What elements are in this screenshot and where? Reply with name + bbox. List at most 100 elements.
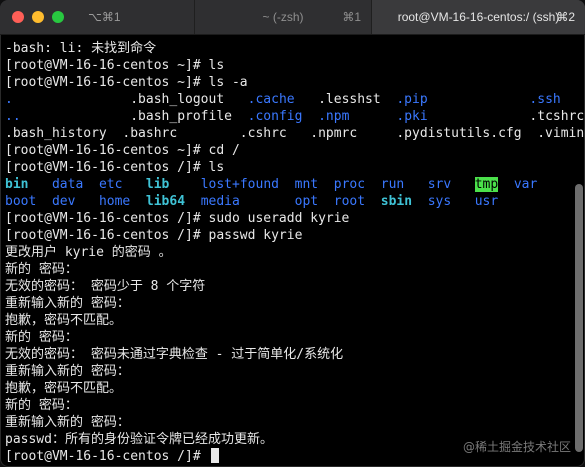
tab-ssh-shortcut: ⌘2: [556, 10, 575, 24]
close-window-button[interactable]: [12, 11, 24, 23]
terminal-text: .npm: [318, 109, 350, 124]
terminal-text: [root@VM-16-16-centos /]#: [5, 449, 209, 464]
terminal-text: tmp: [474, 177, 499, 192]
terminal-output[interactable]: -bash: li: 未找到命令 [root@VM-16-16-centos ~]…: [0, 35, 585, 467]
terminal-text: .: [5, 92, 13, 107]
terminal-text: .ssh: [529, 92, 561, 107]
terminal-text: .bash_logout: [12, 92, 248, 107]
terminal-text: srv: [427, 177, 452, 192]
terminal-line: 抱歉，密码不匹配。: [5, 380, 571, 397]
terminal-text: 抱歉，密码不匹配。: [5, 381, 123, 396]
terminal-text: lib: [145, 177, 170, 192]
terminal-line: 重新输入新的 密码：: [5, 414, 571, 431]
terminal-text: [root@VM-16-16-centos ~]# cd /: [5, 143, 240, 158]
tab-zsh-shortcut: ⌘1: [342, 10, 361, 24]
terminal-line: [root@VM-16-16-centos /]# ls: [5, 159, 571, 176]
terminal-line: bin data etc lib lost+found mnt proc run…: [5, 176, 571, 193]
tab-1[interactable]: ⌥⌘1: [76, 0, 194, 34]
terminal-text: ..: [5, 109, 21, 124]
terminal-text: run: [380, 177, 405, 192]
terminal-text: sbin: [380, 194, 413, 209]
terminal-line: [root@VM-16-16-centos /]# passwd kyrie: [5, 227, 571, 244]
terminal-text: 重新输入新的 密码：: [5, 364, 130, 379]
tab-ssh-active[interactable]: root@VM-16-16-centos:/ (ssh) ⌘2: [371, 0, 585, 34]
scrollbar-thumb[interactable]: [575, 184, 583, 452]
terminal-text: 重新输入新的 密码：: [5, 415, 130, 430]
terminal-text: [root@VM-16-16-centos /]# sudo useradd k…: [5, 211, 350, 226]
terminal-text: -bash: li: 未找到命令: [5, 41, 157, 56]
terminal-line: . .bash_logout .cache .lesshst .pip .ssh: [5, 91, 571, 108]
terminal-text: usr: [474, 194, 499, 209]
terminal-text: 重新输入新的 密码：: [5, 296, 130, 311]
terminal-text: 新的 密码：: [5, 398, 78, 413]
terminal-line: [root@VM-16-16-centos ~]# ls -a: [5, 74, 571, 91]
tab-zsh[interactable]: ~ (-zsh) ⌘1: [194, 0, 371, 34]
terminal-line: [root@VM-16-16-centos ~]# cd /: [5, 142, 571, 159]
terminal-text: .config: [247, 109, 303, 124]
terminal-text: mnt: [294, 177, 319, 192]
terminal-text: 新的 密码：: [5, 262, 78, 277]
terminal-text: .cache: [247, 92, 295, 107]
terminal-line: -bash: li: 未找到命令: [5, 40, 571, 57]
window-controls: [0, 0, 76, 34]
terminal-text: [root@VM-16-16-centos /]# passwd kyrie: [5, 228, 303, 243]
tab-zsh-label: ~ (-zsh): [262, 10, 304, 24]
terminal-text: lost+found: [200, 177, 279, 192]
terminal-text: 抱歉，密码不匹配。: [5, 313, 123, 328]
terminal-text: 无效的密码： 密码未通过字典检查 - 过于简单化/系统化: [5, 347, 344, 362]
terminal-text: media: [200, 194, 240, 209]
terminal-text: passwd：所有的身份验证令牌已经成功更新。: [5, 432, 273, 447]
terminal-text: [root@VM-16-16-centos /]# ls: [5, 160, 225, 175]
terminal-line: 重新输入新的 密码：: [5, 295, 571, 312]
terminal-text: 无效的密码： 密码少于 8 个字符: [5, 279, 206, 294]
terminal-text: 更改用户 kyrie 的密码 。: [5, 245, 172, 260]
terminal-line: 无效的密码： 密码少于 8 个字符: [5, 278, 571, 295]
title-bar: ⌥⌘1 ~ (-zsh) ⌘1 root@VM-16-16-centos:/ (…: [0, 0, 585, 35]
terminal-text: home: [98, 194, 131, 209]
terminal-window: ⌥⌘1 ~ (-zsh) ⌘1 root@VM-16-16-centos:/ (…: [0, 0, 585, 467]
terminal-text: sys: [427, 194, 452, 209]
terminal-line: [root@VM-16-16-centos ~]# ls: [5, 57, 571, 74]
terminal-text: .bash_history .bashrc .cshrc .npmrc .pyd…: [5, 126, 585, 141]
terminal-text: etc: [98, 177, 123, 192]
terminal-line: 重新输入新的 密码：: [5, 363, 571, 380]
terminal-text: lib64: [145, 194, 186, 209]
zoom-window-button[interactable]: [52, 11, 64, 23]
minimize-window-button[interactable]: [32, 11, 44, 23]
terminal-line: [root@VM-16-16-centos /]# sudo useradd k…: [5, 210, 571, 227]
terminal-text: boot: [5, 194, 37, 209]
watermark: @稀土掘金技术社区: [462, 440, 571, 454]
terminal-line: boot dev home lib64 media opt root sbin …: [5, 193, 571, 210]
terminal-text: data: [51, 177, 84, 192]
terminal-text: var: [513, 177, 538, 192]
terminal-line: 更改用户 kyrie 的密码 。: [5, 244, 571, 261]
terminal-text: [root@VM-16-16-centos ~]# ls -a: [5, 75, 248, 90]
terminal-line: 无效的密码： 密码未通过字典检查 - 过于简单化/系统化: [5, 346, 571, 363]
terminal-text: .tcshrc: [427, 109, 585, 124]
terminal-line: 新的 密码：: [5, 329, 571, 346]
terminal-line: 新的 密码：: [5, 397, 571, 414]
terminal-text: 新的 密码：: [5, 330, 78, 345]
text-cursor: [210, 448, 219, 463]
terminal-line: .. .bash_profile .config .npm .pki .tcsh…: [5, 108, 584, 125]
